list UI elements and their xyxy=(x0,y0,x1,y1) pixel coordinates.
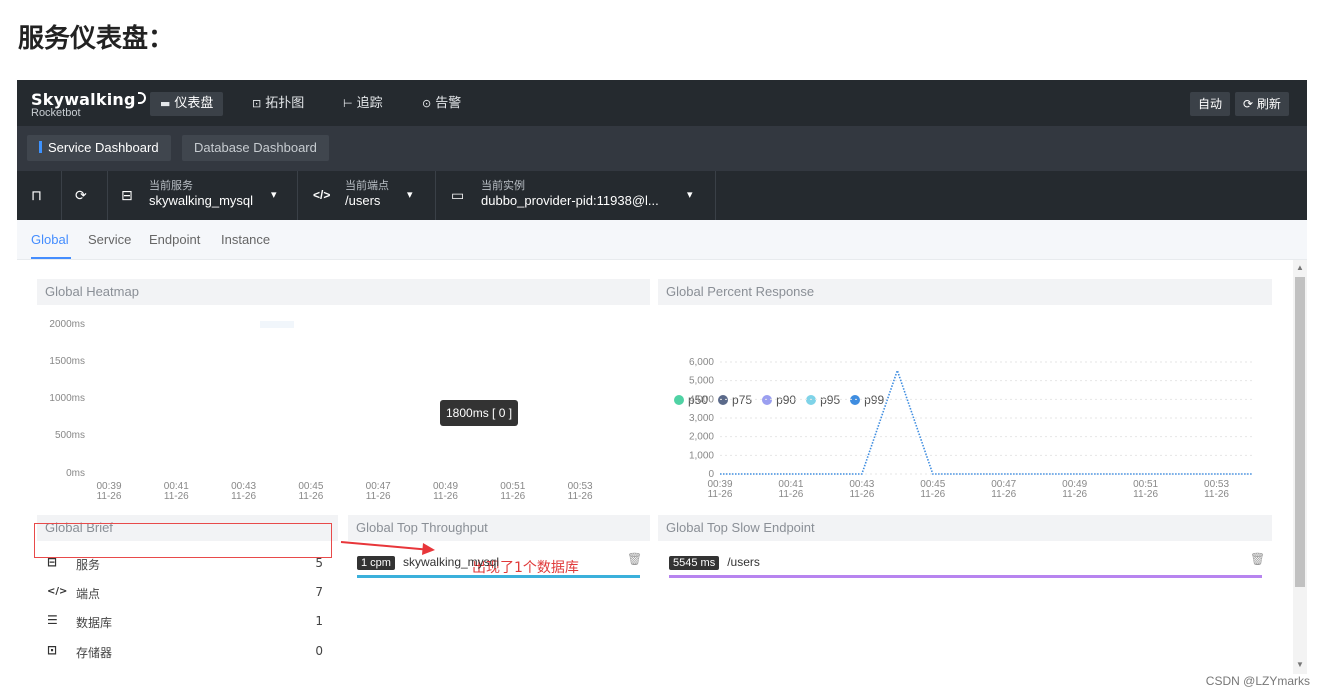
throughput-title: Global Top Throughput xyxy=(348,515,650,541)
nav-alarm[interactable]: ⊙ 告警 xyxy=(412,92,471,116)
slow-endpoint-title: Global Top Slow Endpoint xyxy=(658,515,1272,541)
dashboard-tabs-bar: Service Dashboard Database Dashboard xyxy=(17,126,1307,171)
topology-icon: ⊡ xyxy=(252,97,262,110)
x-tick-date-label: 11-26 xyxy=(1062,489,1087,500)
heatmap-x-tick-label: 00:53 11-26 xyxy=(567,481,593,502)
chart-icon: ▬ xyxy=(160,97,171,110)
scrollbar-thumb[interactable] xyxy=(1295,277,1305,587)
brand-arc-icon xyxy=(137,92,146,104)
trash-icon[interactable]: 🗑 xyxy=(627,552,642,566)
x-tick-date-label: 11-26 xyxy=(779,489,804,500)
heatmap-tooltip: 1800ms [ 0 ] xyxy=(440,400,519,426)
alarm-icon: ⊙ xyxy=(422,97,432,110)
heatmap-y-label: 1500ms xyxy=(49,356,85,367)
page-tabs: Global Service Endpoint Instance xyxy=(17,220,1307,260)
nav-dashboard[interactable]: ▬ 仪表盘 xyxy=(150,92,224,116)
slow-badge: 5545 ms xyxy=(669,556,720,570)
auto-button[interactable]: 自动 xyxy=(1190,92,1231,116)
slow-endpoint-item[interactable]: 5545 ms/users xyxy=(669,555,760,570)
throughput-badge: 1 cpm xyxy=(357,556,395,570)
brief-item-storage[interactable]: ⊡ 存储器 0 xyxy=(31,641,331,661)
chevron-down-icon[interactable]: ▾ xyxy=(407,188,413,201)
x-tick-date-label: 11-26 xyxy=(1133,489,1158,500)
trash-icon[interactable]: 🗑 xyxy=(1250,552,1265,566)
percent-response-chart: 6,0005,0004,0003,0002,0001,000000:3911-2… xyxy=(689,357,1252,500)
active-tab-indicator xyxy=(31,257,71,259)
scroll-down-icon[interactable]: ▼ xyxy=(1296,660,1304,669)
annotation-highlight-box xyxy=(34,523,332,558)
heatmap-x-tick-label: 00:43 11-26 xyxy=(231,481,257,502)
brief-item-database[interactable]: ☰ 数据库 1 xyxy=(31,611,331,631)
instance-icon: ▭ xyxy=(451,187,465,203)
lock-icon[interactable]: ⊓ xyxy=(31,187,42,204)
selector-bar: ⊓ ⟳ ⊟ 当前服务 skywalking_mysql ▾ </> 当前端点 /… xyxy=(17,171,1307,220)
heatmap-x-tick-label: 00:51 11-26 xyxy=(500,481,526,502)
endpoint-icon: </> xyxy=(47,586,68,597)
heatmap-x-tick-label: 00:45 11-26 xyxy=(298,481,324,502)
chevron-down-icon[interactable]: ▾ xyxy=(687,188,693,201)
throughput-bar xyxy=(357,575,640,578)
instance-selector[interactable]: 当前实例 dubbo_provider-pid:11938@l... xyxy=(481,179,659,210)
scroll-up-icon[interactable]: ▲ xyxy=(1296,263,1304,272)
skywalking-app: Skywalking Rocketbot ▬ 仪表盘 ⊡ 拓扑图 ⊢ 追踪 ⊙ 告警 自… xyxy=(17,80,1307,674)
nav-trace[interactable]: ⊢ 追踪 xyxy=(333,92,393,116)
x-tick-date-label: 11-26 xyxy=(991,489,1016,500)
brief-item-endpoint[interactable]: </> 端点 7 xyxy=(31,582,331,602)
watermark: CSDN @LZYmarks xyxy=(1205,674,1310,688)
y-tick-label: 5,000 xyxy=(689,376,714,387)
tab-service[interactable]: Service xyxy=(88,232,131,247)
x-tick-date-label: 11-26 xyxy=(849,489,874,500)
tab-endpoint[interactable]: Endpoint xyxy=(149,232,200,247)
reload-icon[interactable]: ⟳ xyxy=(75,187,87,204)
percent-response-title: Global Percent Response xyxy=(658,279,1272,305)
storage-icon: ⊡ xyxy=(47,643,58,657)
series-line-p99[interactable] xyxy=(720,368,1252,475)
x-tick-date-label: 11-26 xyxy=(708,489,733,500)
trace-icon: ⊢ xyxy=(343,97,353,110)
y-tick-label: 3,000 xyxy=(689,413,714,424)
heatmap-y-label: 0ms xyxy=(66,468,85,479)
refresh-icon: ⟳ xyxy=(1243,97,1257,111)
y-tick-label: 1,000 xyxy=(689,450,714,461)
heatmap-x-tick-label: 00:41 11-26 xyxy=(163,481,189,502)
brand-logo[interactable]: Skywalking Rocketbot xyxy=(31,90,146,119)
heatmap-y-label: 500ms xyxy=(54,430,85,441)
chevron-down-icon[interactable]: ▾ xyxy=(271,188,277,201)
page-heading: 服务仪表盘： xyxy=(18,24,175,54)
x-tick-date-label: 11-26 xyxy=(1204,489,1229,500)
tab-global[interactable]: Global xyxy=(31,232,69,247)
heatmap-y-label: 1000ms xyxy=(49,393,85,404)
heatmap-x-tick-label: 00:49 11-26 xyxy=(432,481,459,502)
database-icon: ☰ xyxy=(47,613,58,627)
endpoint-selector[interactable]: 当前端点 /users xyxy=(345,179,389,210)
top-nav-bar: Skywalking Rocketbot ▬ 仪表盘 ⊡ 拓扑图 ⊢ 追踪 ⊙ 告警 自… xyxy=(17,80,1307,126)
heatmap-x-tick-label: 00:47 11-26 xyxy=(365,481,391,502)
slow-endpoint-bar xyxy=(669,575,1262,578)
service-icon: ⊟ xyxy=(121,187,133,203)
active-marker xyxy=(39,141,42,153)
y-tick-label: 4,000 xyxy=(689,394,714,405)
heatmap-x-tick-label: 00:39 11-26 xyxy=(96,481,122,502)
tab-instance[interactable]: Instance xyxy=(221,232,270,247)
throughput-item[interactable]: 1 cpm skywalking_mysql xyxy=(357,555,499,570)
tab-database-dashboard[interactable]: Database Dashboard xyxy=(182,135,329,161)
y-tick-label: 2,000 xyxy=(689,432,714,443)
x-tick-date-label: 11-26 xyxy=(920,489,945,500)
heatmap-y-label: 2000ms xyxy=(49,319,85,330)
refresh-button[interactable]: ⟳ 刷新 xyxy=(1235,92,1289,116)
service-selector[interactable]: 当前服务 skywalking_mysql xyxy=(149,179,253,210)
nav-topology[interactable]: ⊡ 拓扑图 xyxy=(242,92,314,116)
heatmap-title: Global Heatmap xyxy=(37,279,650,305)
y-tick-label: 6,000 xyxy=(689,357,714,368)
tab-service-dashboard[interactable]: Service Dashboard xyxy=(27,135,171,161)
endpoint-icon: </> xyxy=(313,188,331,202)
heatmap-cell[interactable] xyxy=(260,321,294,328)
